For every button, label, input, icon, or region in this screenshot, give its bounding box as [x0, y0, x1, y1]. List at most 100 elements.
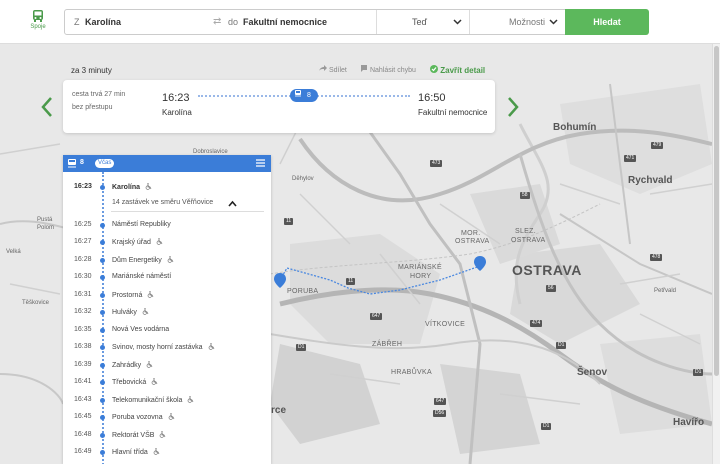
- scrollbar-thumb[interactable]: [714, 46, 719, 376]
- stop-time: 16:28: [74, 256, 92, 263]
- direction-toggle[interactable]: 14 zastávek ve směru Věřňovice: [111, 198, 264, 212]
- map-label-ostrava: OSTRAVA: [512, 262, 582, 278]
- stop-row[interactable]: 16:43 Telekomunikační škola: [63, 392, 271, 409]
- top-bar: Spoje Z Karolína ⇄ do Fakultní nemocnice…: [0, 0, 720, 44]
- transfers-text: bez přestupu: [72, 104, 113, 111]
- report-label: Nahlásit chybu: [369, 67, 416, 74]
- stop-dot: [100, 185, 105, 190]
- departs-in-label: za 3 minuty: [71, 66, 112, 75]
- stop-dot: [100, 363, 105, 368]
- stop-row[interactable]: 16:49 Hlavní třída: [63, 444, 271, 461]
- departure-stop: Karolína: [162, 108, 192, 117]
- road-shield: D56: [433, 410, 447, 417]
- stop-time: 16:39: [74, 361, 92, 368]
- chevron-down-icon[interactable]: [453, 17, 462, 26]
- stop-dot: [100, 415, 105, 420]
- chevron-down-icon[interactable]: [549, 17, 558, 26]
- share-link[interactable]: Sdílet: [318, 65, 347, 74]
- map-label-bohumin: Bohumín: [553, 122, 597, 133]
- logo-caption: Spoje: [30, 24, 46, 30]
- road-shield: D1: [296, 344, 307, 351]
- duration-text: cesta trvá 27 min: [72, 91, 126, 98]
- map-label-rychvald: Rychvald: [628, 175, 673, 186]
- stop-name: Karolína: [112, 183, 152, 191]
- to-input[interactable]: Fakultní nemocnice: [243, 10, 327, 34]
- wheelchair-icon: [168, 413, 174, 420]
- stop-row[interactable]: 16:25 Náměstí Republiky: [63, 217, 271, 234]
- stop-row[interactable]: 16:28 Dům Energetiky: [63, 252, 271, 269]
- stop-name: Hulváky: [112, 308, 149, 316]
- map-label-polom: Polom: [37, 225, 55, 231]
- road-shield: D1: [541, 423, 552, 430]
- stop-row[interactable]: 16:35 Nová Ves vodárna: [63, 322, 271, 339]
- road-shield: 647: [370, 313, 383, 320]
- road-shield: 11: [284, 218, 294, 225]
- search-form: Z Karolína ⇄ do Fakultní nemocnice Teď M…: [64, 9, 649, 35]
- map-label-mor-1: MOR.: [461, 230, 481, 237]
- stop-time: 16:48: [74, 431, 92, 438]
- page-scrollbar[interactable]: [712, 44, 720, 464]
- stop-time: 16:35: [74, 326, 92, 333]
- wheelchair-icon: [188, 396, 194, 403]
- map-label-hrabuvka: HRABŮVKA: [391, 369, 432, 376]
- road-shield: 58: [520, 192, 530, 199]
- stop-dot: [100, 433, 105, 438]
- map-label-pusta: Pustá: [37, 217, 53, 223]
- comment-icon: [361, 65, 367, 72]
- check-circle-icon: [430, 65, 438, 73]
- list-icon[interactable]: [256, 159, 265, 167]
- stop-row[interactable]: 16:48 Rektorát VŠB: [63, 427, 271, 444]
- stop-row[interactable]: 16:41 Třebovická: [63, 374, 271, 391]
- wheelchair-icon: [146, 361, 153, 368]
- stop-row[interactable]: 16:30 Mariánské náměstí: [63, 269, 271, 286]
- stop-row[interactable]: 16:31 Prostorná: [63, 287, 271, 304]
- chevron-left-icon[interactable]: [40, 96, 54, 118]
- stop-row[interactable]: 16:38 Svinov, mosty horní zastávka: [63, 339, 271, 356]
- wheelchair-icon: [145, 183, 152, 190]
- road-shield: 471: [624, 155, 637, 162]
- map-label-rce: rce: [271, 405, 287, 416]
- road-shield: D1: [693, 369, 704, 376]
- wheelchair-icon: [148, 291, 154, 298]
- departure-time: 16:23: [162, 92, 190, 104]
- stop-row[interactable]: 16:45 Poruba vozovna: [63, 409, 271, 426]
- chevron-right-icon[interactable]: [506, 96, 520, 118]
- report-link[interactable]: Nahlásit chybu: [360, 65, 416, 74]
- panel-header: 8 Včas: [63, 155, 271, 172]
- stop-dot: [100, 398, 105, 403]
- from-input[interactable]: Karolína: [85, 10, 121, 34]
- map-label-senov: Šenov: [577, 367, 608, 378]
- from-prefix: Z: [74, 17, 80, 27]
- time-select[interactable]: Teď: [412, 10, 427, 34]
- tram-icon: [295, 90, 301, 97]
- stop-name: Rektorát VŠB: [112, 431, 166, 439]
- close-detail-link[interactable]: Zavřít detail: [430, 65, 485, 75]
- stop-row[interactable]: 16:39 Zahrádky: [63, 357, 271, 374]
- stop-name: Mariánské náměstí: [112, 273, 172, 280]
- stop-row[interactable]: 16:23 Karolína: [63, 179, 271, 196]
- map-label-petrvald: Petřvald: [654, 288, 677, 294]
- map-label-velka: Velká: [6, 249, 21, 255]
- stop-dot: [100, 258, 105, 263]
- stop-row[interactable]: 16:27 Krajský úřad: [63, 234, 271, 251]
- stop-dot: [100, 380, 105, 385]
- search-button[interactable]: Hledat: [565, 9, 649, 35]
- stop-row[interactable]: 16:32 Hulváky: [63, 304, 271, 321]
- direction-text: 14 zastávek ve směru Věřňovice: [112, 199, 214, 206]
- map-label-slez-2: OSTRAVA: [511, 237, 546, 244]
- connection-summary-card[interactable]: cesta trvá 27 min bez přestupu 16:23 Kar…: [63, 80, 495, 133]
- to-prefix: do: [228, 17, 239, 27]
- stop-dot: [100, 310, 105, 315]
- swap-icon[interactable]: ⇄: [213, 10, 221, 34]
- wheelchair-icon: [160, 431, 166, 438]
- stop-dot: [100, 240, 105, 245]
- chevron-up-icon[interactable]: [228, 200, 237, 208]
- stop-time: 16:27: [74, 238, 92, 245]
- road-shield: 11: [346, 278, 356, 285]
- options-select[interactable]: Možnosti: [509, 10, 545, 34]
- spoje-logo[interactable]: Spoje: [27, 9, 49, 37]
- road-shield: 473: [430, 160, 443, 167]
- arrival-stop: Fakultní nemocnice: [418, 108, 488, 117]
- stop-time: 16:45: [74, 413, 92, 420]
- stop-name: Poruba vozovna: [112, 413, 175, 421]
